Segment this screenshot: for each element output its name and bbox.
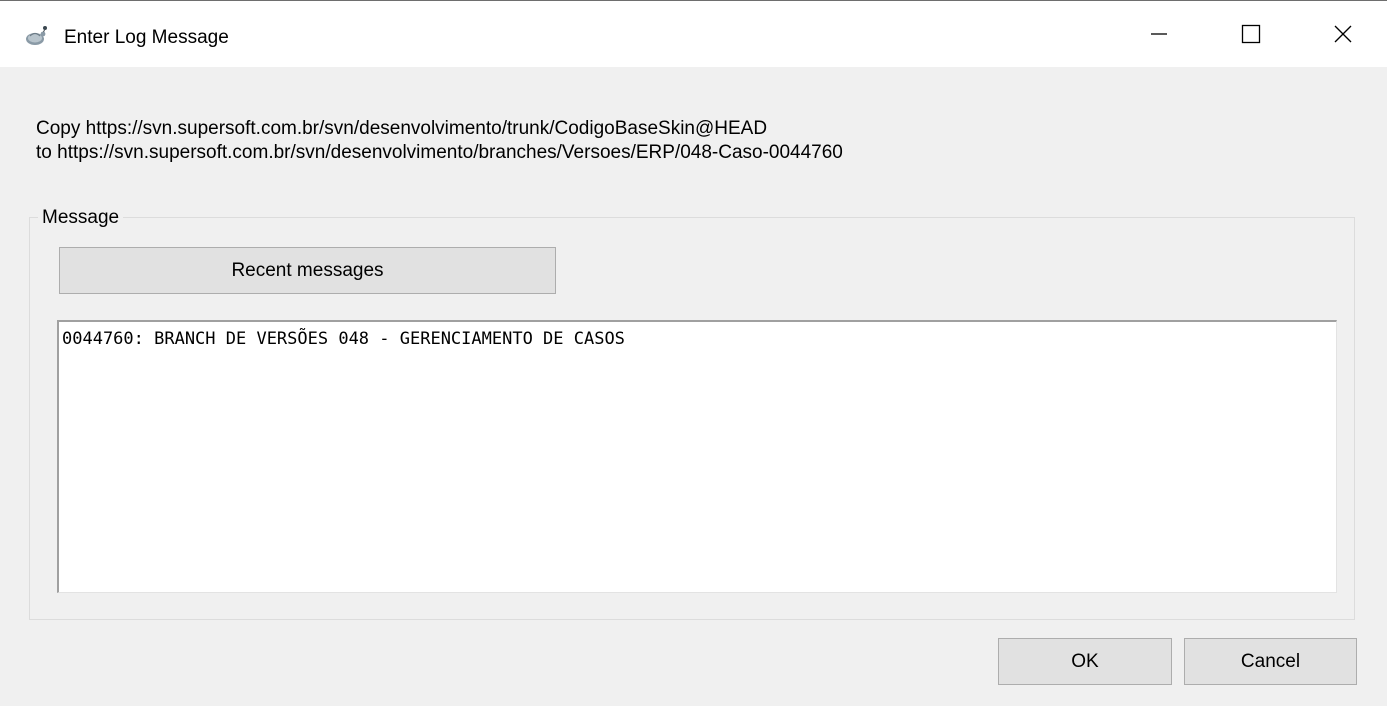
tortoise-svn-icon: [26, 26, 47, 45]
maximize-icon: [1241, 24, 1261, 44]
recent-messages-button[interactable]: Recent messages: [59, 247, 556, 294]
cancel-button[interactable]: Cancel: [1184, 638, 1357, 685]
close-icon: [1334, 25, 1352, 43]
message-group-label: Message: [38, 206, 124, 230]
log-message-dialog: Enter Log Message Copy https://svn.super…: [0, 0, 1387, 706]
copy-info: Copy https://svn.supersoft.com.br/svn/de…: [36, 117, 843, 165]
ok-button[interactable]: OK: [998, 638, 1172, 685]
maximize-button[interactable]: [1205, 1, 1297, 67]
copy-target-line: to https://svn.supersoft.com.br/svn/dese…: [36, 142, 843, 163]
log-message-input[interactable]: 0044760: BRANCH DE VERSÕES 048 - GERENCI…: [57, 320, 1337, 593]
window-title: Enter Log Message: [64, 27, 229, 48]
minimize-button[interactable]: [1113, 1, 1205, 67]
close-button[interactable]: [1297, 1, 1387, 67]
minimize-icon: [1151, 33, 1167, 35]
copy-source-line: Copy https://svn.supersoft.com.br/svn/de…: [36, 118, 768, 139]
